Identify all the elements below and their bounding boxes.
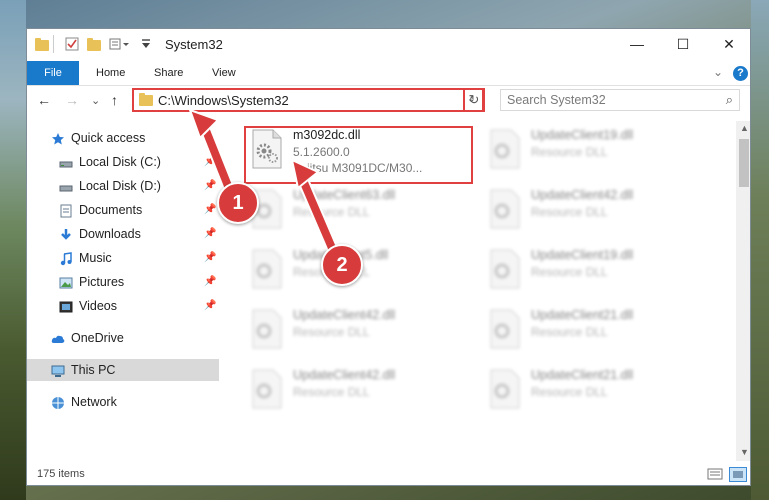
- arrow-1-head: [188, 108, 220, 140]
- annotation-arrows: [188, 108, 344, 268]
- step-badge-2: 2: [321, 244, 363, 286]
- step-badge-1: 1: [217, 182, 259, 224]
